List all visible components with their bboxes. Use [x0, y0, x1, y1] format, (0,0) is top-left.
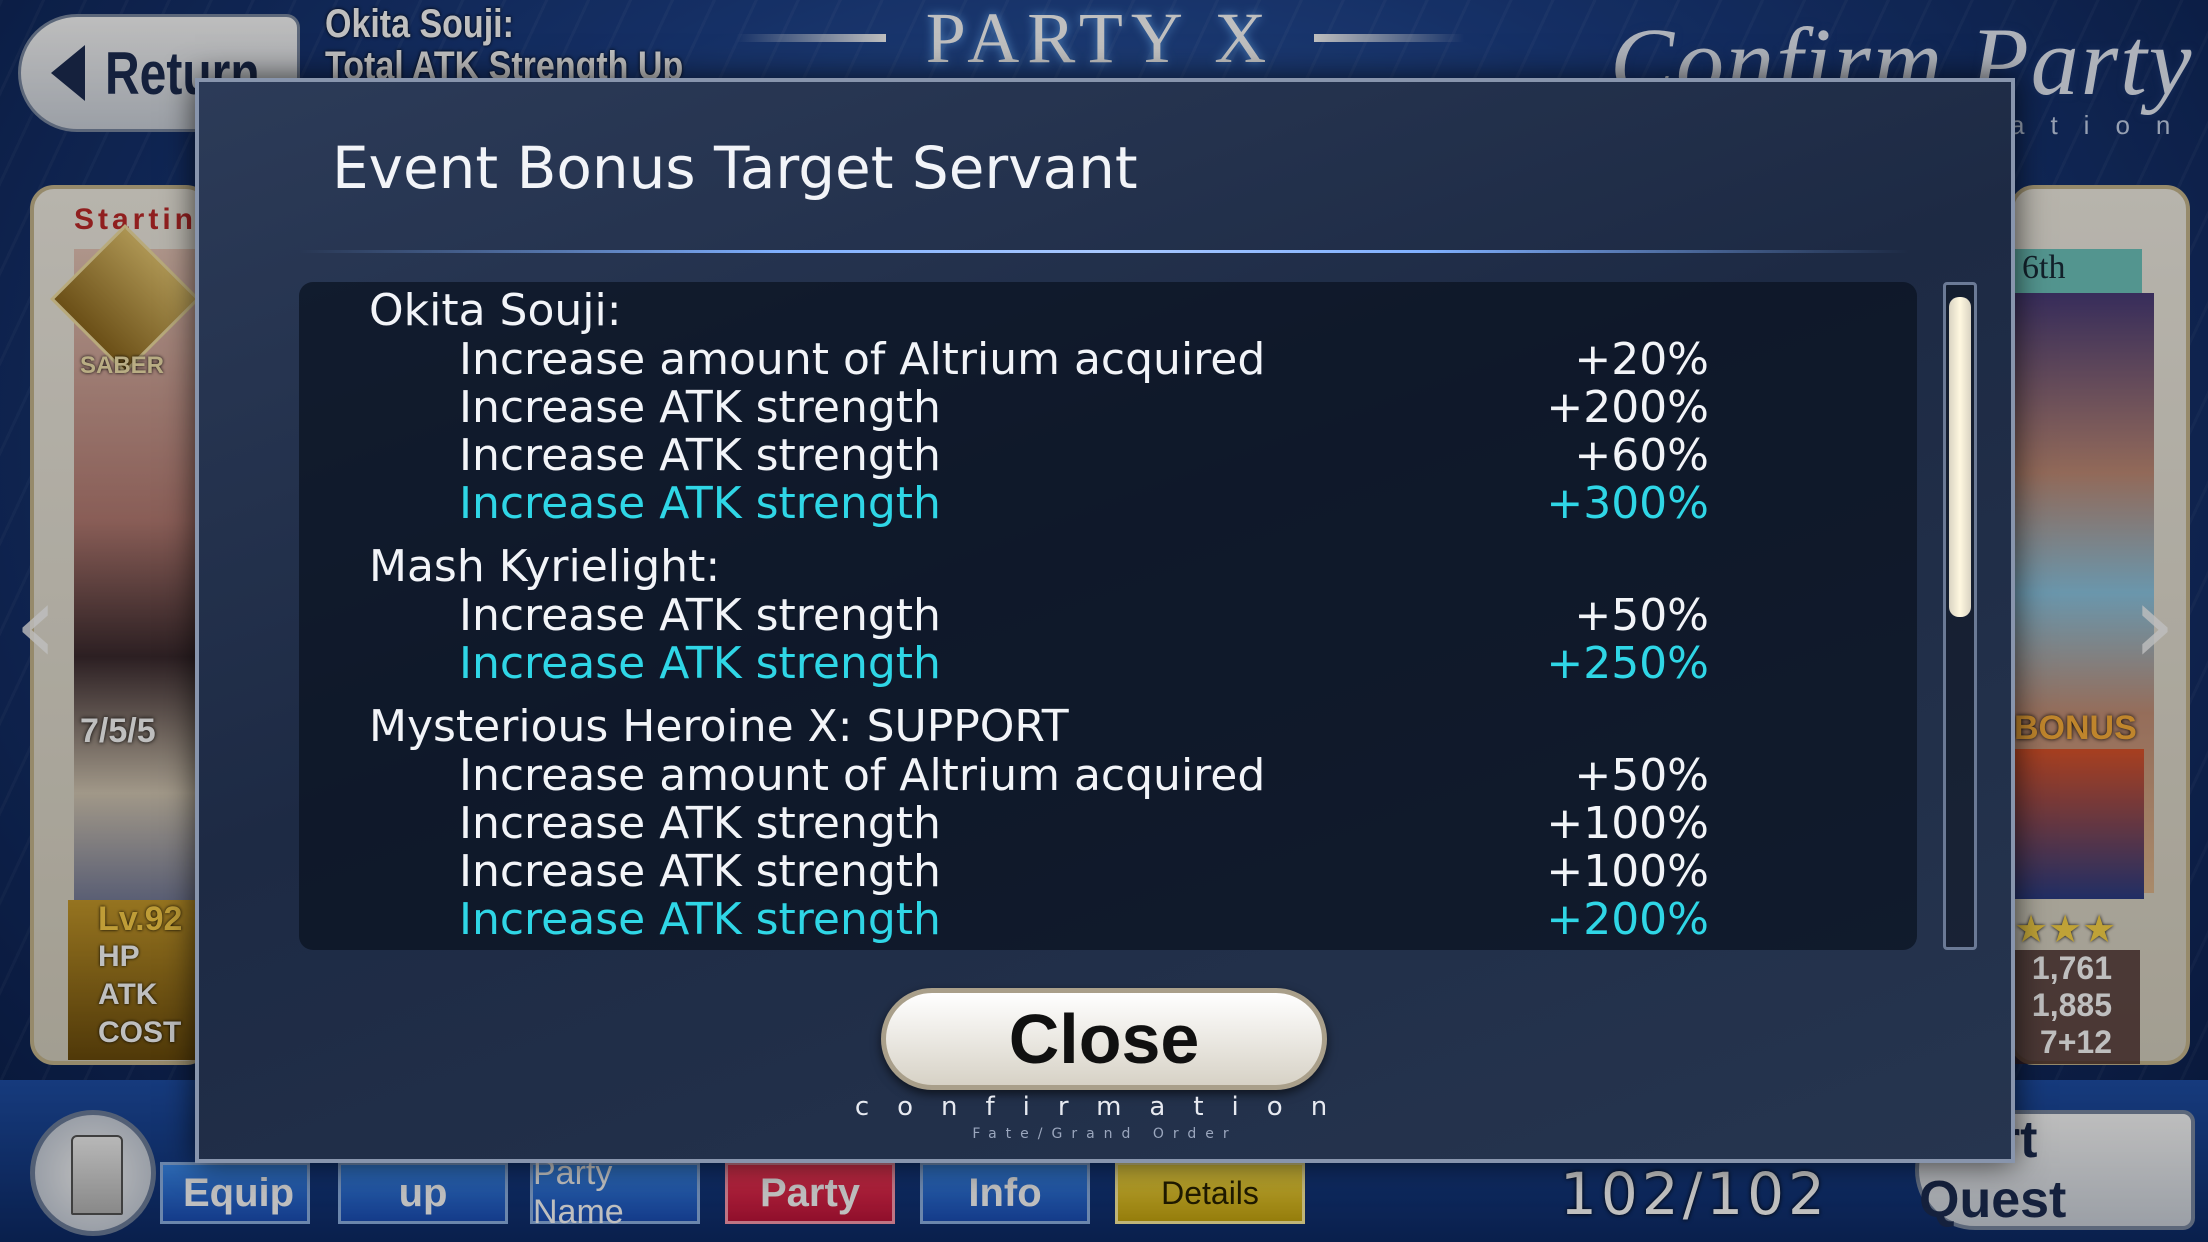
bonus-label: Increase ATK strength: [459, 590, 941, 641]
close-sublabel: confirmation: [854, 1092, 1356, 1122]
scrollbar-thumb[interactable]: [1949, 297, 1971, 617]
bonus-value: +100%: [1546, 846, 1709, 897]
bonus-label: Increase ATK strength: [459, 382, 941, 433]
bonus-label: Increase ATK strength: [459, 846, 941, 897]
game-logo-text: Fate/Grand Order: [972, 1126, 1238, 1142]
event-bonus-dialog: Event Bonus Target Servant Okita Souji: …: [195, 78, 2015, 1163]
bonus-row-highlighted: Increase ATK strength +200%: [369, 896, 1709, 944]
title-divider: [299, 250, 1909, 253]
bonus-value: +20%: [1574, 334, 1709, 385]
bonus-value: +50%: [1574, 750, 1709, 801]
scrollbar[interactable]: [1943, 282, 1977, 950]
servant-name: Okita Souji:: [369, 285, 622, 336]
servant-name: Mash Kyrielight:: [369, 541, 721, 592]
bonus-value: +100%: [1546, 798, 1709, 849]
bonus-row: Increase ATK strength +60%: [369, 432, 1709, 480]
bonus-list[interactable]: Okita Souji: Increase amount of Altrium …: [369, 282, 1709, 950]
bonus-value: +300%: [1546, 478, 1709, 529]
bonus-row: Increase ATK strength +200%: [369, 384, 1709, 432]
bonus-value: +250%: [1546, 638, 1709, 689]
bonus-label: Increase ATK strength: [459, 798, 941, 849]
bonus-row: Increase ATK strength +100%: [369, 848, 1709, 896]
bonus-row: Increase ATK strength +50%: [369, 592, 1709, 640]
bonus-value: +50%: [1574, 590, 1709, 641]
bonus-row: Increase amount of Altrium acquired +50%: [369, 752, 1709, 800]
bonus-value: +200%: [1546, 894, 1709, 945]
bonus-label: Increase ATK strength: [459, 430, 941, 481]
bonus-label: Increase ATK strength: [459, 478, 941, 529]
bonus-row: Increase ATK strength +100%: [369, 800, 1709, 848]
bonus-list-panel: Okita Souji: Increase amount of Altrium …: [299, 282, 1977, 950]
bonus-row-highlighted: Increase ATK strength +250%: [369, 640, 1709, 688]
servant-name: Mysterious Heroine X: SUPPORT: [369, 701, 1069, 752]
close-button[interactable]: Close: [881, 988, 1327, 1090]
bonus-row: Increase amount of Altrium acquired +20%: [369, 336, 1709, 384]
bonus-value: +200%: [1546, 382, 1709, 433]
dialog-title: Event Bonus Target Servant: [332, 134, 1138, 202]
bonus-value: +60%: [1574, 430, 1709, 481]
bonus-label: Increase ATK strength: [459, 638, 941, 689]
bonus-row-highlighted: Increase ATK strength +300%: [369, 480, 1709, 528]
bonus-label: Increase amount of Altrium acquired: [459, 750, 1266, 801]
bonus-label: Increase ATK strength: [459, 894, 941, 945]
bonus-label: Increase amount of Altrium acquired: [459, 334, 1266, 385]
